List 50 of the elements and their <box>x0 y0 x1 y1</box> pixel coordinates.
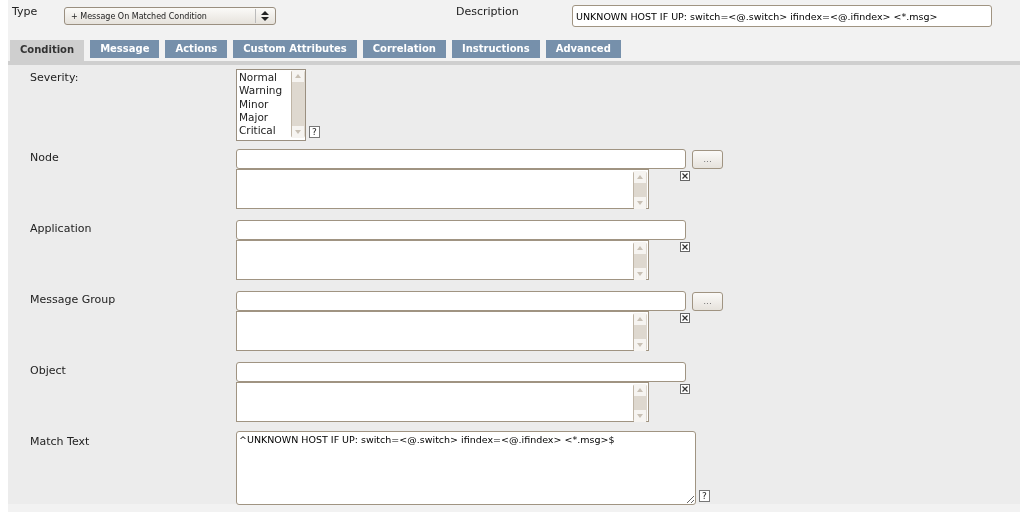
clear-icon[interactable] <box>680 384 690 394</box>
text-field[interactable] <box>236 149 686 169</box>
list-box[interactable] <box>236 311 649 351</box>
scrollbar[interactable] <box>291 70 305 138</box>
scrollbar[interactable] <box>633 384 647 422</box>
scroll-up-icon[interactable] <box>634 313 646 325</box>
tab[interactable]: Condition <box>10 40 85 61</box>
scroll-up-icon[interactable] <box>634 384 646 396</box>
scrollbar[interactable] <box>633 313 647 351</box>
scroll-up-icon[interactable] <box>634 242 646 254</box>
clear-icon[interactable] <box>680 171 690 181</box>
type-dropdown[interactable]: + Message On Matched Condition <box>64 7 276 25</box>
list-option[interactable]: Critical <box>239 124 289 138</box>
browse-button[interactable]: ... <box>692 291 723 311</box>
field-label: Severity: <box>29 70 80 86</box>
description-field[interactable]: UNKNOWN HOST IF UP: switch=<@.switch> ifindex=<@.ifindex> <*.msg> <box>572 5 992 27</box>
scroll-up-icon[interactable] <box>634 171 646 183</box>
scroll-down-icon[interactable] <box>292 126 304 138</box>
scrollbar[interactable] <box>633 242 647 280</box>
text-field[interactable] <box>236 220 686 240</box>
type-label: Type <box>12 5 39 18</box>
spinner-arrows-icon[interactable] <box>255 9 271 23</box>
help-icon[interactable]: ? <box>699 490 710 502</box>
list-option[interactable]: Normal <box>239 71 289 85</box>
list-box[interactable] <box>236 169 649 209</box>
field-label: Match Text <box>29 434 91 450</box>
match-text-field[interactable]: ^UNKNOWN HOST IF UP: switch=<@.switch> ifindex=<@.ifindex> <*.msg>$ <box>236 431 696 505</box>
description-label: Description <box>456 5 520 18</box>
scroll-up-icon[interactable] <box>292 70 304 82</box>
help-icon[interactable]: ? <box>309 126 320 138</box>
clear-icon[interactable] <box>680 242 690 252</box>
scroll-down-icon[interactable] <box>634 410 646 422</box>
scrollbar[interactable] <box>633 171 647 209</box>
list-option[interactable]: Major <box>239 110 289 125</box>
clear-icon[interactable] <box>680 313 690 323</box>
field-label: Node <box>29 150 60 166</box>
scroll-down-icon[interactable] <box>634 339 646 351</box>
list-option[interactable]: Warning <box>239 84 289 98</box>
list-box[interactable] <box>236 240 649 280</box>
scroll-down-icon[interactable] <box>634 197 646 209</box>
text-field[interactable] <box>236 291 686 311</box>
list-box[interactable] <box>236 382 649 422</box>
field-label: Application <box>29 221 93 237</box>
field-label: Object <box>29 363 67 379</box>
field-label: Message Group <box>29 292 117 308</box>
severity-listbox[interactable]: Normal Warning Minor Major Critical <box>236 69 306 141</box>
scroll-down-icon[interactable] <box>634 268 646 280</box>
browse-button[interactable]: ... <box>692 149 723 169</box>
list-option[interactable]: Minor <box>239 97 289 111</box>
text-field[interactable] <box>236 362 686 382</box>
